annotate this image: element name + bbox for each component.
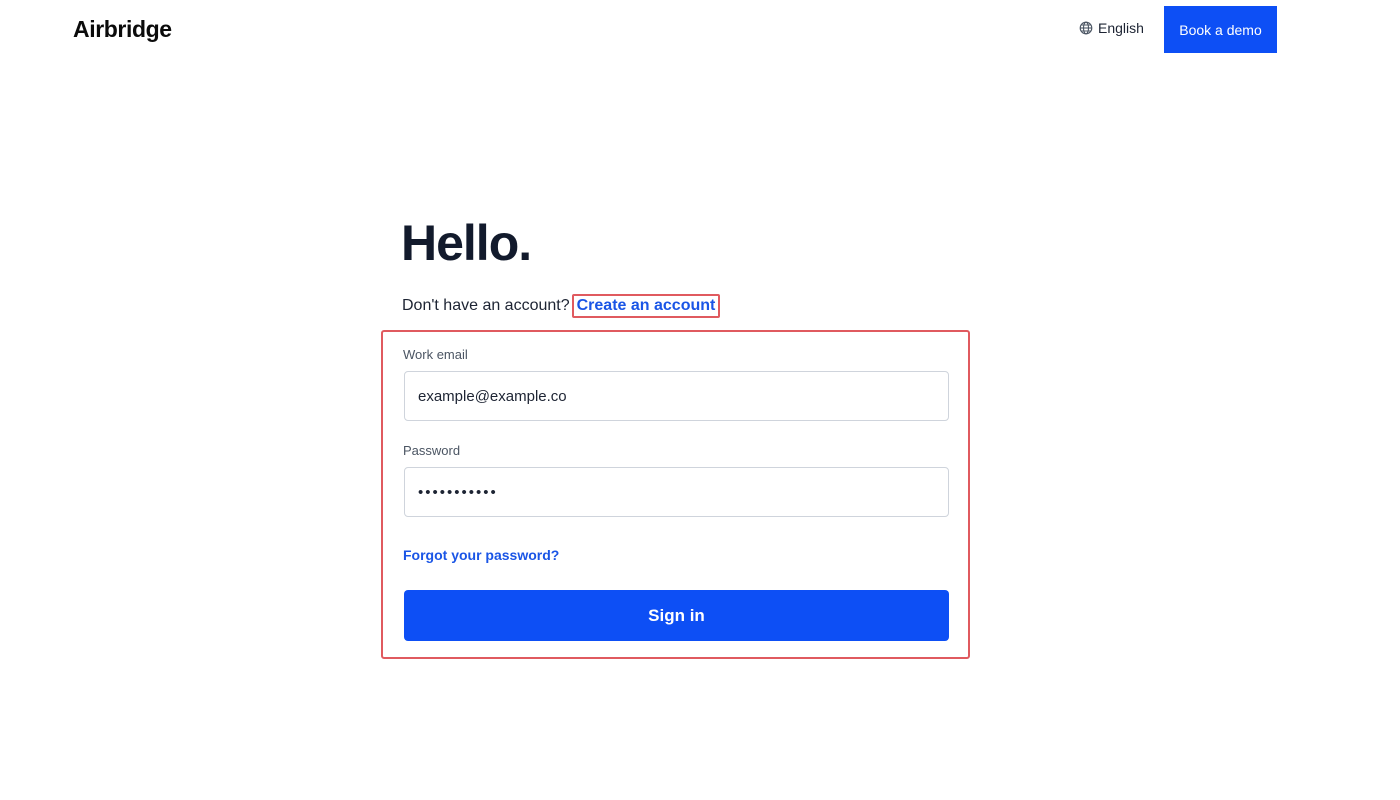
sign-in-form: Work email Password ••••••••••• Forgot y… [381,330,970,659]
forgot-password-link[interactable]: Forgot your password? [403,547,559,563]
sign-in-button[interactable]: Sign in [404,590,949,641]
page-title: Hello. [401,215,532,271]
top-navigation-bar: Airbridge English Book a demo [0,0,1400,58]
language-label: English [1098,20,1144,36]
password-masked-value: ••••••••••• [418,483,498,501]
password-field[interactable]: ••••••••••• [404,467,949,517]
globe-icon [1079,21,1093,35]
email-field[interactable] [404,371,949,421]
signup-prompt: Don't have an account? Create an account [402,294,721,318]
airbridge-logo[interactable]: Airbridge [73,16,172,43]
book-demo-button[interactable]: Book a demo [1164,6,1277,53]
password-field-label: Password [403,443,461,458]
create-account-link[interactable]: Create an account [571,294,721,318]
no-account-text: Don't have an account? [402,297,570,314]
email-field-label: Work email [403,347,468,362]
language-selector[interactable]: English [1079,20,1144,36]
